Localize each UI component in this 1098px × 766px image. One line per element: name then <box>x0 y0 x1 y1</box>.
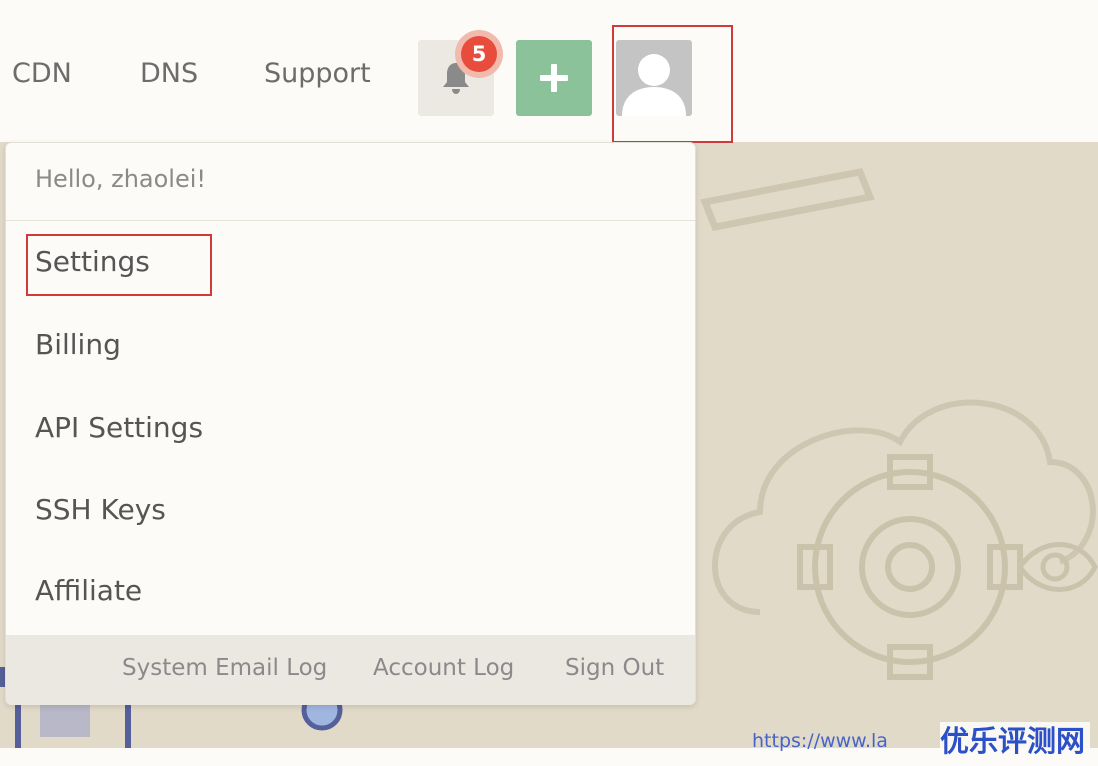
notification-count: 5 <box>461 36 497 72</box>
sign-out-link[interactable]: Sign Out <box>565 655 664 681</box>
watermark-url: https://www.la <box>752 730 888 752</box>
svg-text:优乐评测网: 优乐评测网 <box>940 724 1085 758</box>
nav-link-dns[interactable]: DNS <box>140 58 198 89</box>
user-dropdown-menu: Hello, zhaolei! Settings Billing API Set… <box>5 142 696 705</box>
add-button[interactable] <box>516 40 592 116</box>
menu-item-settings[interactable]: Settings <box>35 245 150 278</box>
menu-item-billing[interactable]: Billing <box>35 328 121 361</box>
notification-badge: 5 <box>455 30 503 78</box>
watermark-logo: 优乐评测网 <box>940 722 1090 758</box>
dropdown-divider <box>6 220 695 221</box>
user-avatar-icon <box>622 54 686 116</box>
bottom-strip <box>0 748 1098 766</box>
nav-link-support[interactable]: Support <box>264 58 371 89</box>
dropdown-caret <box>638 120 666 134</box>
menu-item-ssh-keys[interactable]: SSH Keys <box>35 493 166 526</box>
system-email-log-link[interactable]: System Email Log <box>122 655 327 681</box>
account-log-link[interactable]: Account Log <box>373 655 514 681</box>
menu-item-api-settings[interactable]: API Settings <box>35 411 203 444</box>
user-greeting: Hello, zhaolei! <box>35 165 207 193</box>
nav-link-cdn[interactable]: CDN <box>12 58 72 89</box>
top-navigation: CDN DNS Support 5 <box>0 0 1098 143</box>
page: CDN DNS Support 5 Hello, zhaolei! Settin… <box>0 0 1098 766</box>
avatar-button[interactable] <box>616 40 692 116</box>
menu-item-affiliate[interactable]: Affiliate <box>35 574 142 607</box>
dropdown-footer: System Email Log Account Log Sign Out <box>6 635 695 705</box>
